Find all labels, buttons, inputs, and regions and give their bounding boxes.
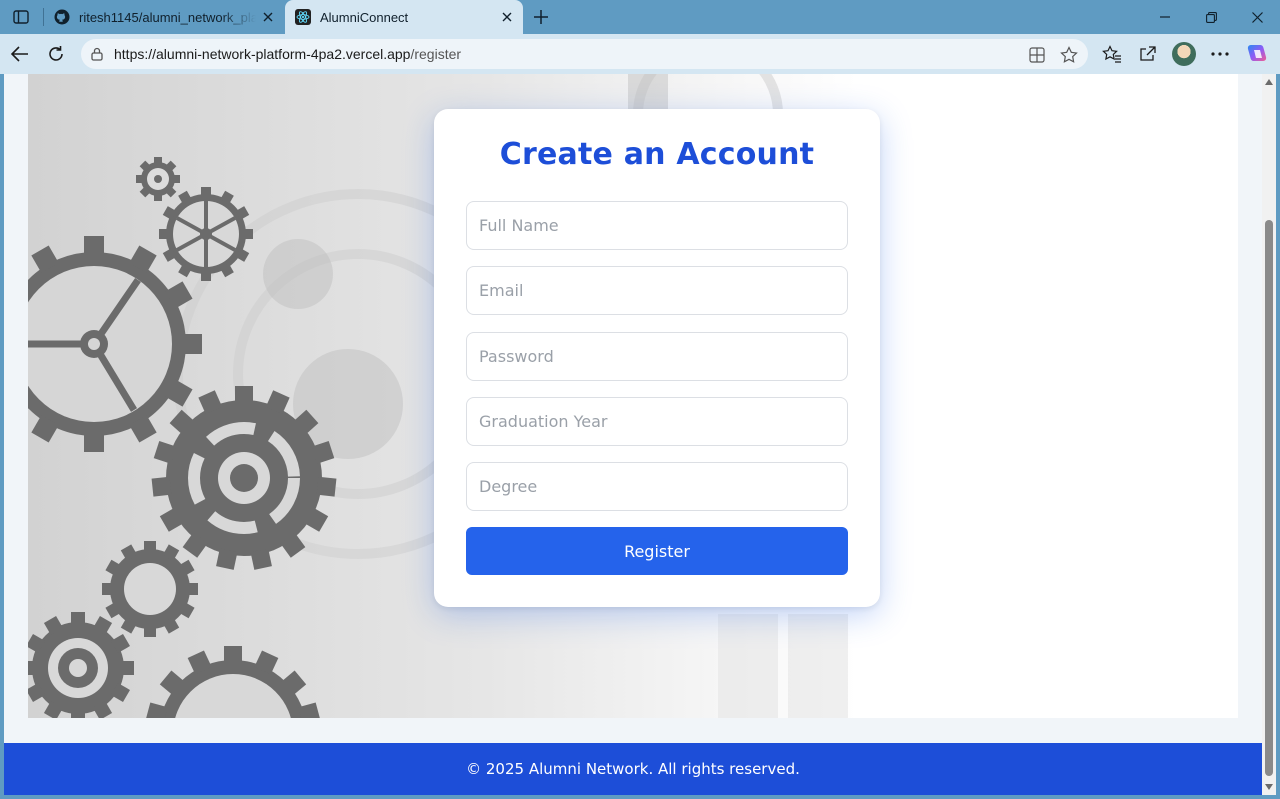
browser-toolbar: https://alumni-network-platform-4pa2.ver… [0, 34, 1280, 74]
close-window-icon[interactable] [1234, 0, 1280, 34]
new-tab-icon[interactable] [528, 5, 554, 29]
copilot-icon[interactable] [1244, 41, 1270, 67]
degree-input[interactable] [466, 462, 848, 511]
tab-title: AlumniConnect [320, 9, 409, 25]
restore-icon[interactable] [1188, 0, 1234, 34]
react-icon [295, 9, 311, 25]
app-available-icon[interactable] [1026, 44, 1048, 66]
tab-alumniconnect[interactable]: AlumniConnect [285, 0, 523, 34]
window-border [0, 795, 1280, 799]
full-name-input[interactable] [466, 201, 848, 250]
close-tab-icon[interactable] [495, 5, 519, 29]
back-icon[interactable] [6, 40, 34, 68]
scroll-down-arrow-icon[interactable] [1265, 784, 1273, 790]
close-tab-icon[interactable] [256, 5, 280, 29]
url-text: https://alumni-network-platform-4pa2.ver… [114, 46, 461, 62]
page-viewport: Create an Account Register © 2025 Alumni… [4, 74, 1262, 795]
browser-tab-bar: ritesh1145/alumni_network_platform Alumn… [0, 0, 1280, 34]
url-host: https://alumni-network-platform-4pa2.ver… [114, 46, 411, 62]
favorites-icon[interactable] [1099, 41, 1125, 67]
refresh-icon[interactable] [42, 40, 70, 68]
copyright-text: © 2025 Alumni Network. All rights reserv… [466, 760, 800, 778]
scrollbar-thumb[interactable] [1265, 220, 1273, 776]
password-input[interactable] [466, 332, 848, 381]
email-input[interactable] [466, 266, 848, 315]
form-title: Create an Account [499, 137, 815, 172]
tab-actions-icon[interactable] [8, 5, 34, 29]
hero-section: Create an Account Register [28, 74, 1238, 718]
tab-github[interactable]: ritesh1145/alumni_network_platform [44, 0, 284, 34]
favorite-star-icon[interactable] [1058, 44, 1080, 66]
share-icon[interactable] [1135, 41, 1161, 67]
window-border [1276, 74, 1280, 799]
graduation-year-input[interactable] [466, 397, 848, 446]
register-card: Create an Account Register [434, 109, 880, 607]
address-bar[interactable]: https://alumni-network-platform-4pa2.ver… [81, 39, 1088, 69]
more-menu-icon[interactable] [1207, 41, 1233, 67]
lock-icon[interactable] [89, 46, 105, 62]
profile-avatar-icon[interactable] [1172, 42, 1196, 66]
scroll-up-arrow-icon[interactable] [1265, 79, 1273, 85]
tab-title: ritesh1145/alumni_network_platform [79, 9, 256, 25]
register-button[interactable]: Register [466, 527, 848, 575]
url-path: /register [410, 46, 462, 62]
github-icon [54, 9, 70, 25]
window-border [0, 74, 4, 799]
page-footer: © 2025 Alumni Network. All rights reserv… [4, 743, 1262, 795]
minimize-icon[interactable] [1142, 0, 1188, 34]
page-scrollbar[interactable] [1262, 74, 1276, 795]
